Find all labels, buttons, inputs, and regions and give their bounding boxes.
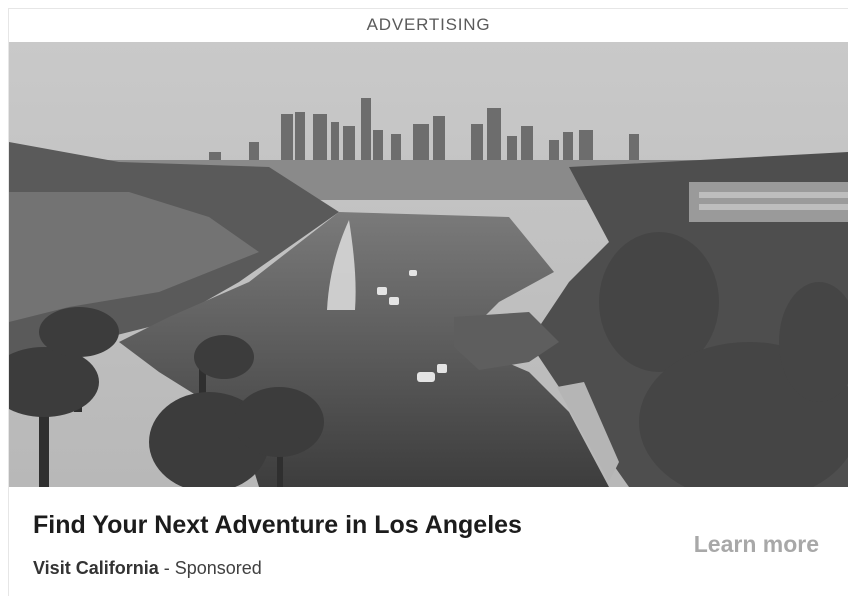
learn-more-button[interactable]: Learn more [694,531,819,558]
advertiser-name[interactable]: Visit California [33,558,159,578]
ad-headline[interactable]: Find Your Next Adventure in Los Angeles [33,511,522,540]
ad-card: ADVERTISING Find Your Next Adventure in … [8,8,848,596]
ad-byline: Visit California - Sponsored [33,558,262,579]
city-skyline-lake-photo-icon [9,42,848,487]
ad-footer: Find Your Next Adventure in Los Angeles … [9,487,848,596]
byline-separator: - [158,558,175,578]
ad-image[interactable] [9,42,848,487]
ad-label: ADVERTISING [366,15,491,34]
sponsored-label: Sponsored [174,558,262,578]
